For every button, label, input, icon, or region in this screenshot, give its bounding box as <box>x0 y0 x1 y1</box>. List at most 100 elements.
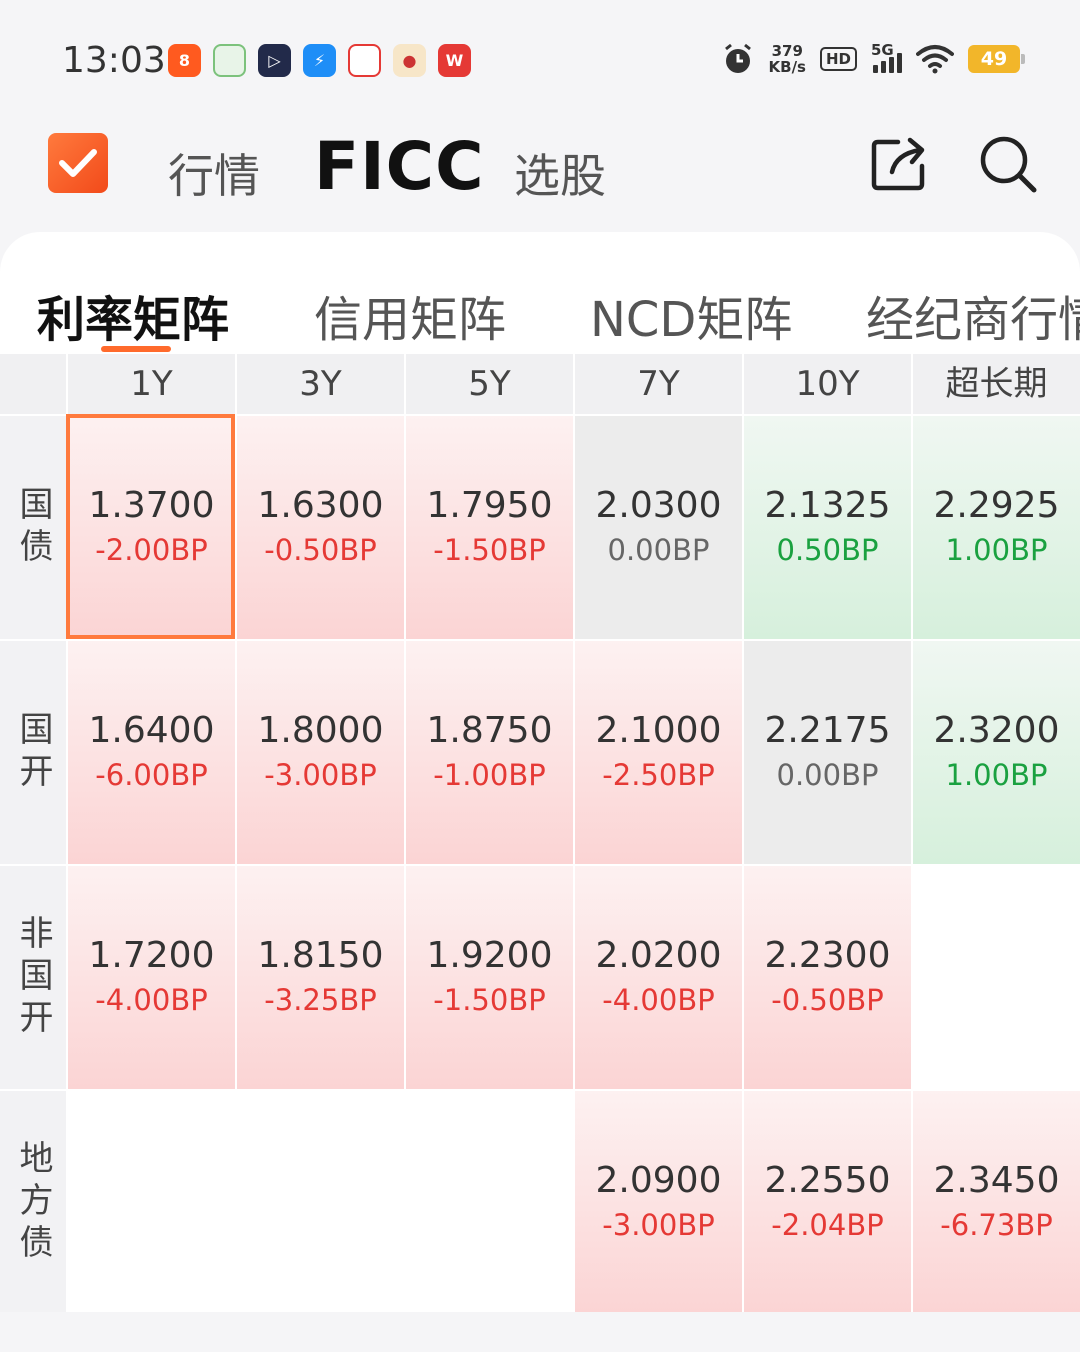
cell-change: -0.50BP <box>264 532 377 567</box>
notification-icons: 8 ▷ ⚡ ● W <box>168 44 471 77</box>
matrix-cell-empty <box>404 1089 573 1314</box>
nav-tab-stock-picker[interactable]: 选股 <box>514 140 606 206</box>
hd-badge: HD <box>819 47 857 71</box>
column-header[interactable]: 3Y <box>235 354 404 414</box>
row-header-label: 国开 <box>13 710 53 795</box>
matrix-cell[interactable]: 1.3700 -2.00BP <box>66 414 235 639</box>
cell-yield: 2.3200 <box>933 709 1060 751</box>
row-header[interactable]: 非国开 <box>0 864 66 1089</box>
share-icon[interactable] <box>868 132 930 194</box>
search-icon[interactable] <box>976 132 1038 194</box>
cell-yield: 2.2925 <box>933 484 1060 526</box>
cell-change: -2.00BP <box>95 532 208 567</box>
matrix-cell[interactable]: 2.2175 0.00BP <box>742 639 911 864</box>
wifi-icon <box>916 45 954 74</box>
cell-yield: 2.2300 <box>764 934 891 976</box>
net-speed-value: 379 <box>771 42 803 60</box>
row-header[interactable]: 地方债 <box>0 1089 66 1314</box>
matrix-cell[interactable]: 1.8000 -3.00BP <box>235 639 404 864</box>
cell-yield: 1.6300 <box>257 484 384 526</box>
map-app-icon <box>213 44 246 77</box>
cell-yield: 1.3700 <box>88 484 215 526</box>
wps-app-icon: W <box>438 44 471 77</box>
matrix-cell[interactable]: 1.8150 -3.25BP <box>235 864 404 1089</box>
matrix-cell[interactable]: 2.1000 -2.50BP <box>573 639 742 864</box>
cell-change: -4.00BP <box>602 982 715 1017</box>
cell-yield: 2.0900 <box>595 1159 722 1201</box>
nav-tab-ficc[interactable]: FICC <box>314 128 485 205</box>
column-header[interactable]: 1Y <box>66 354 235 414</box>
matrix-cell[interactable]: 2.0200 -4.00BP <box>573 864 742 1089</box>
matrix-cell[interactable]: 1.6300 -0.50BP <box>235 414 404 639</box>
matrix-cell[interactable]: 1.9200 -1.50BP <box>404 864 573 1089</box>
cell-change: -6.00BP <box>95 757 208 792</box>
matrix-cell[interactable]: 2.3450 -6.73BP <box>911 1089 1080 1314</box>
cell-change: 0.00BP <box>607 532 710 567</box>
status-bar: 13:03 8 ▷ ⚡ ● W 379 KB/s HD 5G 49 <box>0 0 1080 120</box>
matrix-cell[interactable]: 2.2925 1.00BP <box>911 414 1080 639</box>
sub-tab-ncd-matrix[interactable]: NCD矩阵 <box>590 280 792 350</box>
matrix-cell[interactable]: 2.0300 0.00BP <box>573 414 742 639</box>
matrix-cell[interactable]: 2.0900 -3.00BP <box>573 1089 742 1314</box>
cell-yield: 2.0200 <box>595 934 722 976</box>
status-indicators: 379 KB/s HD 5G 49 <box>721 41 1025 76</box>
check-icon <box>59 149 97 177</box>
sub-tab-broker-quotes[interactable]: 经纪商行情 <box>866 280 1080 350</box>
matrix-cell[interactable]: 1.7950 -1.50BP <box>404 414 573 639</box>
matrix-cell[interactable]: 1.8750 -1.00BP <box>404 639 573 864</box>
cell-yield: 2.0300 <box>595 484 722 526</box>
column-header[interactable]: 10Y <box>742 354 911 414</box>
cell-yield: 2.2175 <box>764 709 891 751</box>
row-header[interactable]: 国开 <box>0 639 66 864</box>
flash-app-icon: ⚡ <box>303 44 336 77</box>
cell-change: -2.50BP <box>602 757 715 792</box>
net-speed: 379 KB/s <box>769 43 806 75</box>
network-type: 5G <box>871 41 894 59</box>
active-tab-indicator <box>101 346 171 352</box>
matrix-cell[interactable]: 1.6400 -6.00BP <box>66 639 235 864</box>
cell-change: -1.50BP <box>433 532 546 567</box>
battery-indicator: 49 <box>968 45 1025 73</box>
cell-change: -3.00BP <box>264 757 377 792</box>
sub-tab-rate-matrix[interactable]: 利率矩阵 <box>37 280 229 350</box>
status-time: 13:03 <box>62 40 166 81</box>
cell-yield: 1.7200 <box>88 934 215 976</box>
matrix-cell[interactable]: 2.2550 -2.04BP <box>742 1089 911 1314</box>
cell-change: -1.00BP <box>433 757 546 792</box>
matrix-cell-empty <box>235 1089 404 1314</box>
matrix-cell[interactable]: 2.1325 0.50BP <box>742 414 911 639</box>
row-header[interactable]: 国债 <box>0 414 66 639</box>
row-header-label: 地方债 <box>13 1139 53 1266</box>
cell-yield: 1.9200 <box>426 934 553 976</box>
matrix-cell[interactable]: 2.3200 1.00BP <box>911 639 1080 864</box>
cell-change: -1.50BP <box>433 982 546 1017</box>
column-header[interactable]: 7Y <box>573 354 742 414</box>
cellular-signal-icon: 5G <box>871 41 902 73</box>
cell-change: -2.04BP <box>771 1207 884 1242</box>
cell-yield: 1.8000 <box>257 709 384 751</box>
matrix-cell[interactable]: 1.7200 -4.00BP <box>66 864 235 1089</box>
cell-change: 1.00BP <box>945 757 1048 792</box>
cell-yield: 2.3450 <box>933 1159 1060 1201</box>
cell-yield: 1.6400 <box>88 709 215 751</box>
nav-tab-market[interactable]: 行情 <box>168 140 260 206</box>
cell-change: 1.00BP <box>945 532 1048 567</box>
cell-change: 0.00BP <box>776 757 879 792</box>
column-header[interactable]: 5Y <box>404 354 573 414</box>
cell-yield: 2.1000 <box>595 709 722 751</box>
app-logo[interactable] <box>48 133 108 193</box>
column-header[interactable]: 超长期 <box>911 354 1080 414</box>
cell-yield: 1.8150 <box>257 934 384 976</box>
cell-change: -3.25BP <box>264 982 377 1017</box>
cell-yield: 2.2550 <box>764 1159 891 1201</box>
matrix-cell[interactable]: 2.2300 -0.50BP <box>742 864 911 1089</box>
cell-change: -0.50BP <box>771 982 884 1017</box>
cell-yield: 1.7950 <box>426 484 553 526</box>
cell-change: -3.00BP <box>602 1207 715 1242</box>
cell-yield: 2.1325 <box>764 484 891 526</box>
row-header-label: 非国开 <box>13 914 53 1041</box>
cell-yield: 1.8750 <box>426 709 553 751</box>
matrix-cell-empty <box>911 864 1080 1089</box>
net-speed-unit: KB/s <box>768 58 806 76</box>
sub-tab-credit-matrix[interactable]: 信用矩阵 <box>314 280 506 350</box>
